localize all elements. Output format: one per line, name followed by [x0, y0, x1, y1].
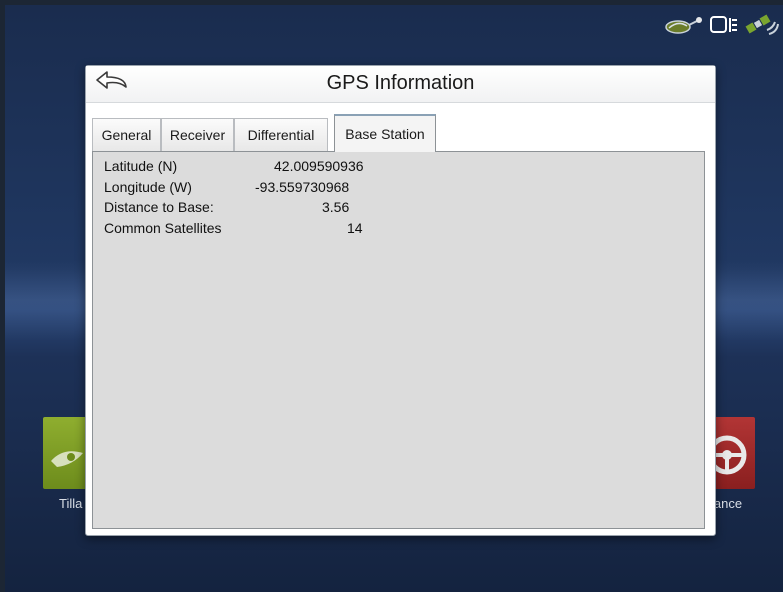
- status-bar: [639, 5, 783, 49]
- base-station-panel: Latitude (N) 42.009590936 Longitude (W) …: [92, 151, 705, 529]
- display-icon[interactable]: [709, 14, 739, 41]
- common-satellites-row: Common Satellites 14: [104, 220, 504, 240]
- dialog-title: GPS Information: [326, 72, 475, 94]
- tab-base-station[interactable]: Base Station: [334, 114, 436, 152]
- common-satellites-value: 14: [347, 220, 363, 236]
- tab-receiver[interactable]: Receiver: [161, 118, 234, 151]
- distance-to-base-label: Distance to Base:: [104, 199, 214, 215]
- distance-to-base-row: Distance to Base: 3.56: [104, 199, 504, 219]
- longitude-value: -93.559730968: [255, 179, 350, 195]
- gps-satellite-icon[interactable]: [745, 12, 779, 43]
- longitude-label: Longitude (W): [104, 179, 192, 195]
- latitude-row: Latitude (N) 42.009590936: [104, 158, 504, 178]
- distance-to-base-value: 3.56: [322, 199, 350, 215]
- longitude-row: Longitude (W) -93.559730968: [104, 179, 504, 199]
- tillage-tile-label: Tilla: [59, 496, 83, 511]
- common-satellites-label: Common Satellites: [104, 220, 222, 236]
- home-screen-background: Tilla lance GPS Information General Rece…: [5, 5, 783, 592]
- latitude-label: Latitude (N): [104, 158, 178, 174]
- latitude-value: 42.009590936: [274, 158, 364, 174]
- tab-differential[interactable]: Differential: [234, 118, 328, 151]
- gps-information-dialog: GPS Information General Receiver Differe…: [85, 65, 716, 536]
- dialog-header: GPS Information: [86, 66, 715, 103]
- tab-general[interactable]: General: [92, 118, 161, 151]
- implement-icon[interactable]: [663, 14, 703, 41]
